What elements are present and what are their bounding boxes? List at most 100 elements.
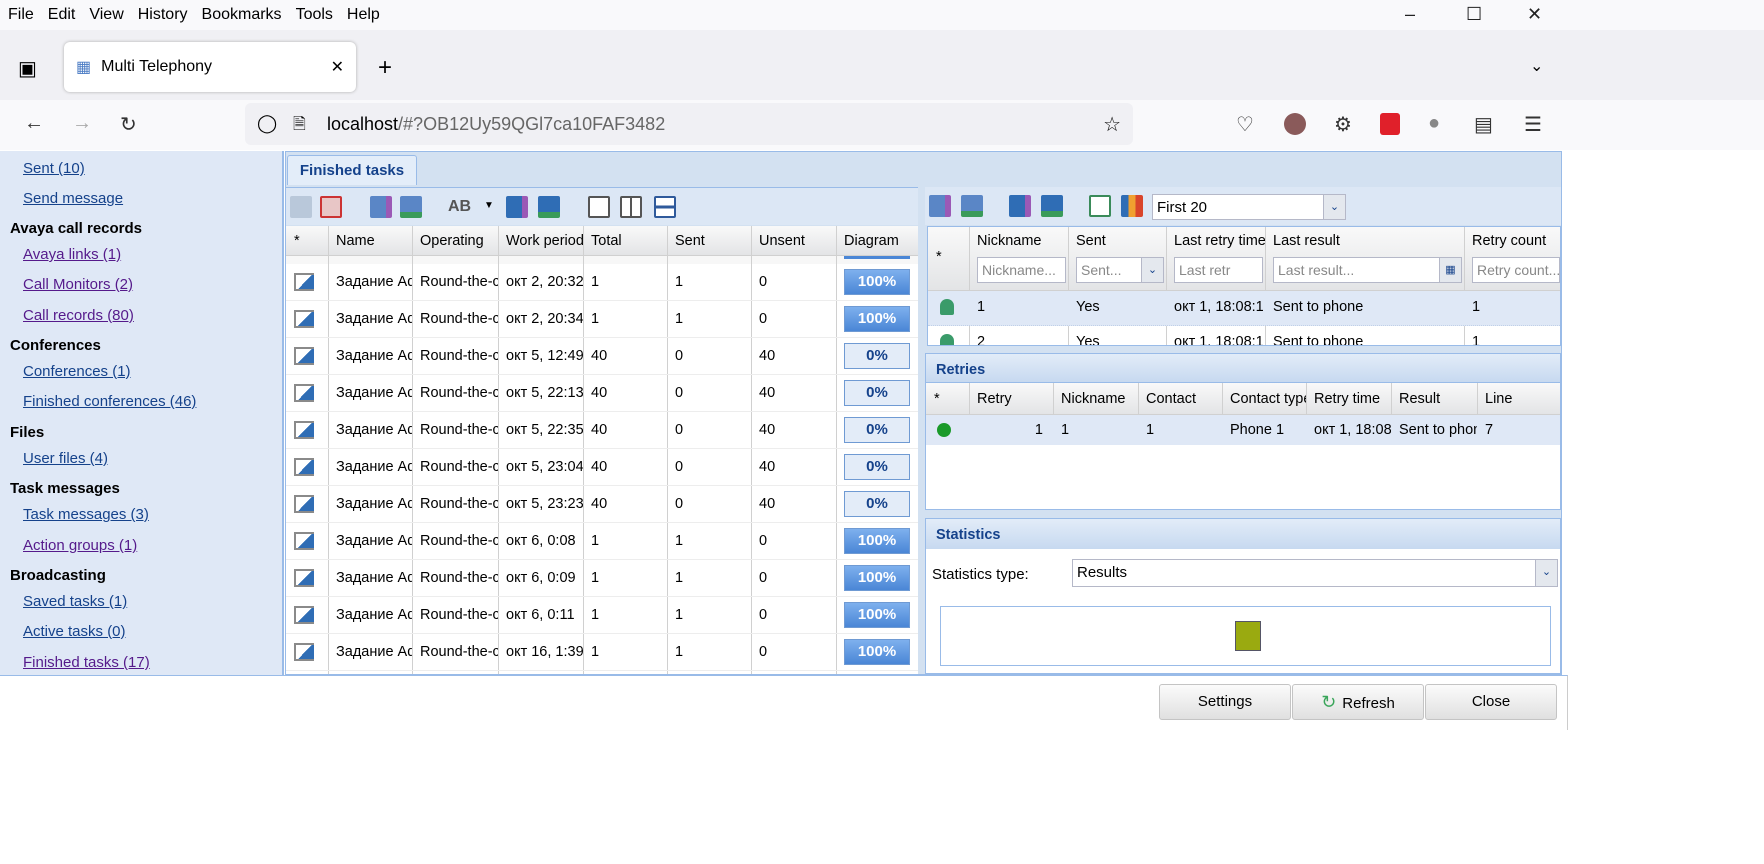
sidebar-link[interactable]: Action groups (1)	[23, 537, 137, 554]
sidebar-link[interactable]: Call Monitors (2)	[23, 276, 133, 293]
column-header[interactable]: Line	[1477, 391, 1560, 407]
export-icon[interactable]	[370, 196, 392, 218]
table-row[interactable]: 2 Yes окт 1, 18:08:1 Sent to phone 1	[928, 326, 1560, 345]
column-header[interactable]: Sent	[1068, 233, 1166, 249]
table-row[interactable]: Задание Ad Round-the-c окт 2, 20:34 1 1 0 100%	[286, 301, 918, 338]
import-all-icon[interactable]	[1041, 195, 1063, 217]
close-tab-icon[interactable]: ✕	[331, 57, 344, 77]
column-header[interactable]: Retry time	[1306, 391, 1391, 407]
chevron-down-icon[interactable]: ▼	[484, 200, 494, 211]
layout-tree-icon[interactable]	[588, 196, 610, 218]
menu-view[interactable]: View	[89, 6, 123, 24]
menu-edit[interactable]: Edit	[48, 6, 76, 24]
sidebar-link[interactable]: Finished conferences (46)	[23, 393, 196, 410]
column-header[interactable]: Result	[1391, 391, 1477, 407]
table-row[interactable]: 1 Yes окт 1, 18:08:1 Sent to phone 1	[928, 291, 1560, 326]
browser-tab[interactable]: ▦ Multi Telephony ✕	[64, 42, 356, 92]
split-vertical-icon[interactable]	[620, 196, 642, 218]
chevron-down-icon[interactable]: ⌄	[1323, 195, 1345, 219]
sidebar-link[interactable]: Conferences (1)	[23, 363, 131, 380]
table-row[interactable]: 1 1 1 Phone 1 окт 1, 18:08 Sent to phone 7	[926, 415, 1560, 445]
export-all-icon[interactable]	[1009, 195, 1031, 217]
chevron-down-icon[interactable]: ⌄	[1535, 560, 1557, 586]
tab-finished-tasks[interactable]: Finished tasks	[287, 155, 417, 185]
import-icon[interactable]	[400, 196, 422, 218]
limit-select[interactable]: First 20 ⌄	[1152, 194, 1346, 220]
column-header[interactable]: Contact	[1138, 391, 1222, 407]
import-all-icon[interactable]	[538, 196, 560, 218]
column-header[interactable]: Last result	[1265, 233, 1464, 249]
column-header[interactable]: Retry	[969, 391, 1053, 407]
menu-bookmarks[interactable]: Bookmarks	[202, 6, 282, 24]
minimize-button[interactable]: –	[1405, 4, 1415, 25]
column-header[interactable]: Sent	[667, 233, 751, 249]
column-header[interactable]: *	[286, 233, 328, 249]
import-icon[interactable]	[961, 195, 983, 217]
filter-input[interactable]: Sent... ⌄	[1076, 257, 1164, 283]
refresh-button[interactable]: ↻ Refresh	[1292, 684, 1424, 720]
reader-icon[interactable]: ▤	[1474, 112, 1493, 137]
statistics-type-select[interactable]: Results ⌄	[1072, 559, 1558, 587]
tab-overview-icon[interactable]: ▣	[18, 56, 37, 81]
column-header[interactable]: Nickname	[1053, 391, 1138, 407]
menu-history[interactable]: History	[138, 6, 188, 24]
forward-button[interactable]: →	[72, 112, 92, 135]
close-button[interactable]: Close	[1425, 684, 1557, 720]
table-row[interactable]: Задание Ad Round-the-c окт 2, 20:32 1 1 0 100%	[286, 264, 918, 301]
sidebar-link[interactable]: Finished tasks (17)	[23, 654, 150, 671]
menu-tools[interactable]: Tools	[296, 6, 333, 24]
table-row[interactable]: Задание Ad Round-the-c окт 5, 23:23 40 0 40 0%	[286, 486, 918, 523]
filter-input[interactable]: Last result... ▦	[1273, 257, 1462, 283]
filter-input[interactable]: Nickname...	[977, 257, 1066, 283]
export-icon[interactable]	[929, 195, 951, 217]
table-row[interactable]: Задание Ad Round-the-c окт 5, 23:04 40 0 40 0%	[286, 449, 918, 486]
window-close-button[interactable]: ✕	[1527, 4, 1542, 25]
sidebar-link[interactable]: Call records (80)	[23, 307, 134, 324]
column-header[interactable]: Diagram	[836, 233, 918, 249]
column-header[interactable]: Contact type	[1222, 391, 1306, 407]
sidebar-link[interactable]: User files (4)	[23, 450, 108, 467]
settings-button[interactable]: Settings	[1159, 684, 1291, 720]
swap-icon[interactable]	[290, 196, 312, 218]
url-bar[interactable]: ◯ 🗎 localhost/#?OB12Uy59QGl7ca10FAF3482 …	[245, 103, 1133, 145]
column-header[interactable]: Retry count	[1464, 233, 1560, 249]
sidebar-link[interactable]: Avaya links (1)	[23, 246, 121, 263]
column-header[interactable]: Unsent	[751, 233, 836, 249]
delete-icon[interactable]	[320, 196, 342, 218]
column-header[interactable]: Total	[583, 233, 667, 249]
split-horizontal-icon[interactable]	[654, 196, 676, 218]
table-row[interactable]: Задание Ad Round-the-c окт 5, 12:49 40 0 40 0%	[286, 338, 918, 375]
sidebar-link[interactable]: Task messages (3)	[23, 506, 149, 523]
globe-icon[interactable]: ●	[1428, 112, 1440, 135]
list-tabs-icon[interactable]: ⌄	[1530, 56, 1543, 76]
maximize-button[interactable]: ☐	[1466, 4, 1482, 25]
table-row[interactable]: Задание Ad Round-the-c окт 5, 22:35 40 0 40 0%	[286, 412, 918, 449]
new-tab-button[interactable]: +	[378, 54, 392, 82]
bookmark-star-icon[interactable]: ☆	[1103, 112, 1121, 137]
export-all-icon[interactable]	[506, 196, 528, 218]
table-row[interactable]: Задание Ad Round-the-c окт 16, 1:39 1 1 0 100%	[286, 634, 918, 671]
ab-menu-button[interactable]: AB	[448, 198, 471, 216]
menu-icon[interactable]: ☰	[1524, 112, 1542, 137]
sidebar-link[interactable]: Active tasks (0)	[23, 623, 126, 640]
chevron-down-icon[interactable]: ⌄	[1141, 258, 1163, 282]
table-row[interactable]: Задание Ad Round-the-c окт 6, 0:11 1 1 0 100%	[286, 597, 918, 634]
table-view-icon[interactable]	[1089, 195, 1111, 217]
filter-input[interactable]: Retry count...	[1472, 257, 1560, 283]
sidebar-link[interactable]: Send message	[23, 190, 123, 207]
sidebar-link[interactable]: Sent (10)	[23, 160, 85, 177]
filter-input[interactable]: Last retr	[1174, 257, 1263, 283]
table-row[interactable]: Задание Ad Round-the-c окт 6, 0:09 1 1 0 100%	[286, 560, 918, 597]
column-header[interactable]: Last retry time	[1166, 233, 1265, 249]
column-header[interactable]: Name	[328, 233, 412, 249]
column-header[interactable]: *	[926, 391, 969, 407]
avatar[interactable]	[1284, 113, 1306, 135]
chart-icon[interactable]	[1121, 195, 1143, 217]
pocket-icon[interactable]: ♡	[1236, 112, 1254, 137]
reload-button[interactable]: ↻	[120, 112, 137, 137]
menu-help[interactable]: Help	[347, 6, 380, 24]
sidebar-link[interactable]: Saved tasks (1)	[23, 593, 127, 610]
column-header[interactable]: Nickname	[969, 233, 1068, 249]
table-row[interactable]: Задание Ad Round-the-c окт 6, 0:08 1 1 0 100%	[286, 523, 918, 560]
ublock-icon[interactable]	[1380, 113, 1400, 135]
